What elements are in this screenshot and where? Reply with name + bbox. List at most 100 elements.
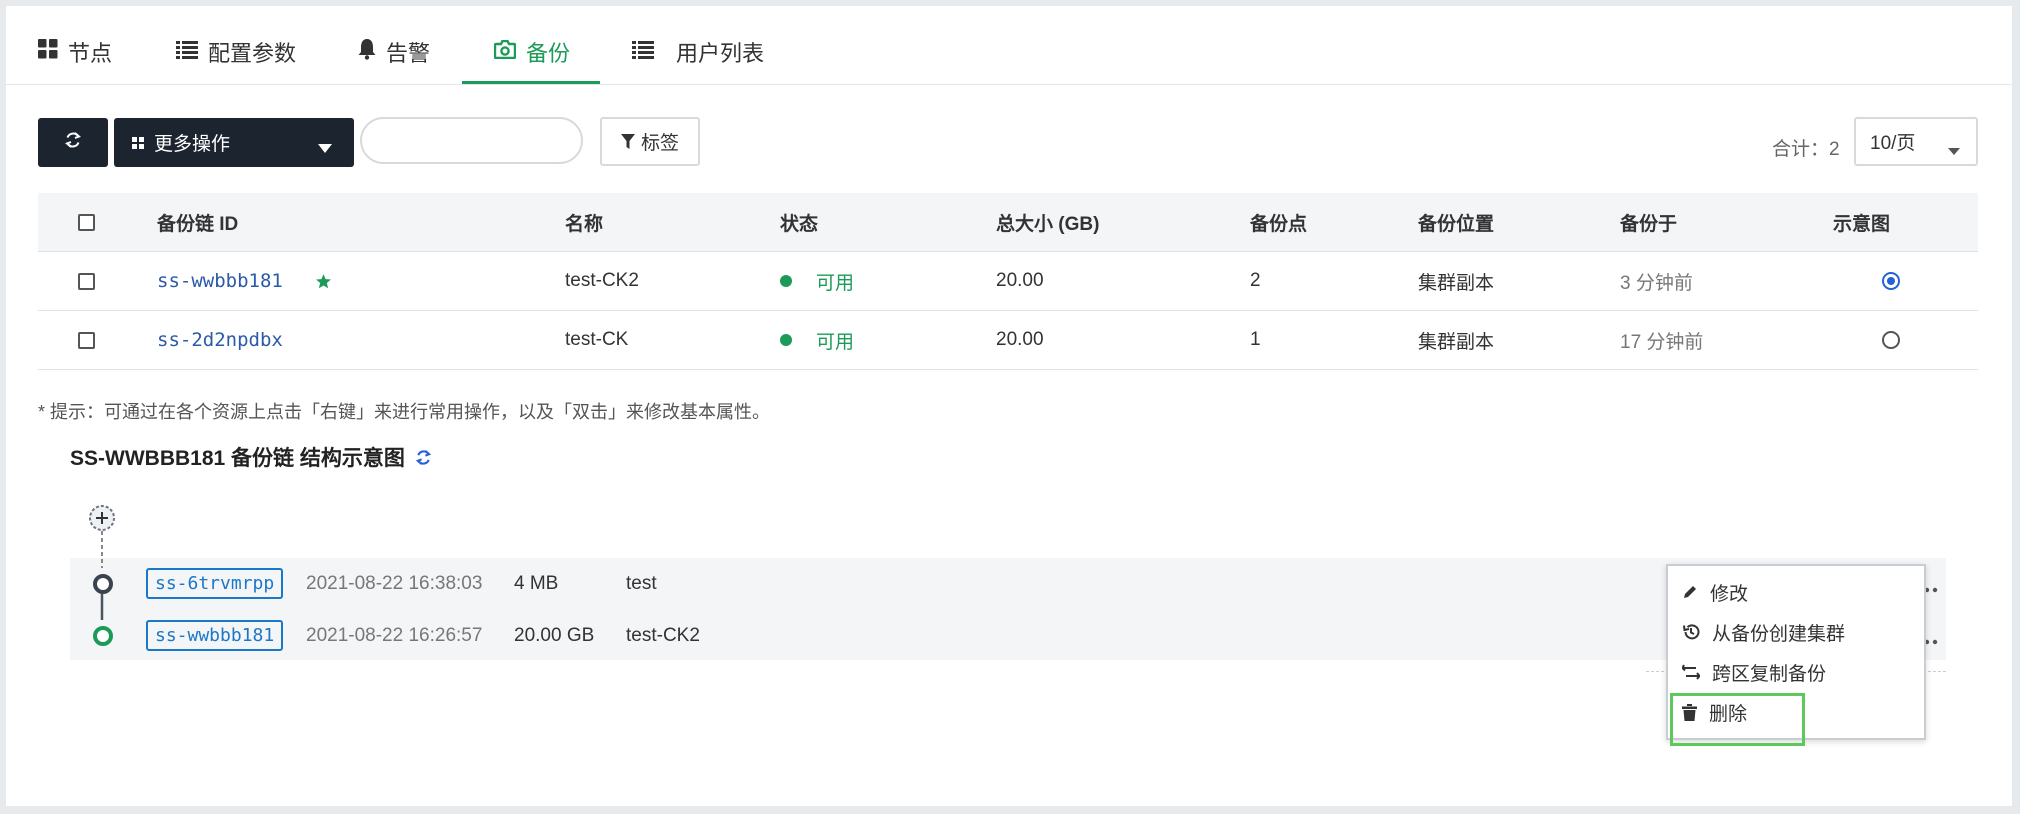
refresh-button[interactable] bbox=[38, 118, 108, 167]
tab-user-list[interactable]: 用户列表 bbox=[632, 32, 764, 72]
diagram-title-text: SS-WWBBB181 备份链 结构示意图 bbox=[70, 447, 405, 470]
tab-label: 配置参数 bbox=[208, 41, 297, 66]
column-header[interactable]: 备份点 bbox=[1250, 193, 1307, 251]
caret-down-icon bbox=[318, 137, 332, 159]
menu-item-edit[interactable]: 修改 bbox=[1682, 576, 1748, 608]
select-all-checkbox[interactable] bbox=[78, 213, 95, 231]
backup-chain-id-cell: ss-2d2npdbx bbox=[157, 311, 283, 369]
backup-chain-id-cell: ss-wwbbb181 bbox=[157, 252, 332, 310]
column-header[interactable]: 名称 bbox=[565, 193, 603, 251]
backup-node-tag[interactable]: ss-wwbbb181 bbox=[146, 620, 284, 651]
backup-points-cell: 1 bbox=[1250, 329, 1261, 350]
backup-node-size: 4 MB bbox=[514, 573, 559, 594]
column-header[interactable]: 备份位置 bbox=[1418, 193, 1494, 251]
more-options-icon[interactable] bbox=[1924, 632, 1938, 645]
menu-item-label: 从备份创建集群 bbox=[1712, 623, 1846, 645]
tab-bar: 节点 配置参数 告警 备份 用户列表 bbox=[6, 6, 2012, 85]
tab-backup[interactable]: 备份 bbox=[493, 32, 571, 72]
menu-item-label: 修改 bbox=[1710, 583, 1749, 605]
backup-node-time: 2021-08-22 16:26:57 bbox=[306, 625, 483, 646]
menu-item-create-cluster-from-backup[interactable]: 从备份创建集群 bbox=[1682, 616, 1845, 648]
table-header: 备份链 ID 名称 状态 总大小 (GB) 备份点 备份位置 备份于 示意图 bbox=[38, 193, 1978, 252]
backup-chain-id-link[interactable]: ss-wwbbb181 bbox=[157, 270, 283, 292]
status-cell: 可用 bbox=[780, 252, 854, 310]
more-actions-dropdown[interactable]: 更多操作 bbox=[114, 118, 354, 167]
status-text: 可用 bbox=[816, 331, 855, 353]
column-header[interactable]: 状态 bbox=[780, 193, 818, 251]
backup-panel: 节点 配置参数 告警 备份 用户列表 更多操作 标签 合计：2 10/页 备份链… bbox=[6, 6, 2012, 806]
column-header[interactable]: 备份于 bbox=[1620, 193, 1677, 251]
grid-icon bbox=[132, 136, 144, 149]
diagram-radio[interactable] bbox=[1882, 272, 1900, 290]
tab-label: 节点 bbox=[68, 41, 113, 66]
backup-node-size: 20.00 GB bbox=[514, 625, 595, 646]
name-cell: test-CK bbox=[565, 329, 629, 350]
header-checkbox-cell bbox=[78, 193, 95, 251]
add-node-icon[interactable] bbox=[88, 504, 116, 532]
table-row[interactable]: ss-wwbbb181 test-CK2 可用 20.00 2 集群副本 3 分… bbox=[38, 252, 1978, 311]
backup-node-tag[interactable]: ss-6trvmrpp bbox=[146, 568, 284, 599]
more-options-icon[interactable] bbox=[1924, 580, 1938, 593]
incremental-node-icon bbox=[92, 573, 114, 595]
grid-icon bbox=[38, 39, 58, 65]
row-checkbox[interactable] bbox=[78, 331, 95, 349]
table-row[interactable]: ss-2d2npdbx test-CK 可用 20.00 1 集群副本 17 分… bbox=[38, 311, 1978, 370]
filter-icon bbox=[620, 133, 635, 150]
name-cell: test-CK2 bbox=[565, 270, 639, 291]
backup-time-cell: 17 分钟前 bbox=[1620, 331, 1704, 353]
active-tab-indicator bbox=[462, 81, 600, 84]
diagram-title: SS-WWBBB181 备份链 结构示意图 bbox=[70, 442, 432, 472]
total-count: 合计：2 bbox=[1772, 139, 1840, 160]
tab-nodes[interactable]: 节点 bbox=[38, 32, 112, 72]
pencil-icon bbox=[1682, 584, 1698, 600]
list-icon bbox=[176, 39, 198, 65]
size-cell: 20.00 bbox=[996, 270, 1044, 291]
row-checkbox[interactable] bbox=[78, 272, 95, 290]
selection-highlight bbox=[1670, 693, 1805, 746]
page-size-select[interactable]: 10/页 bbox=[1854, 117, 1978, 166]
backup-node-name: test bbox=[626, 573, 657, 594]
status-cell: 可用 bbox=[780, 311, 854, 369]
star-icon bbox=[315, 273, 332, 290]
menu-item-cross-region-copy[interactable]: 跨区复制备份 bbox=[1682, 656, 1826, 688]
usage-hint: * 提示：可通过在各个资源上点击「右键」来进行常用操作，以及「双击」来修改基本属… bbox=[38, 402, 771, 422]
column-header[interactable]: 总大小 (GB) bbox=[996, 193, 1099, 251]
bell-icon bbox=[358, 38, 376, 66]
search-input[interactable] bbox=[360, 117, 583, 164]
status-dot bbox=[780, 275, 792, 287]
refresh-icon[interactable] bbox=[415, 449, 432, 466]
tab-alerts[interactable]: 告警 bbox=[358, 32, 430, 72]
menu-item-label: 跨区复制备份 bbox=[1712, 663, 1827, 685]
tab-label: 告警 bbox=[386, 41, 431, 66]
backup-points-cell: 2 bbox=[1250, 270, 1261, 291]
column-header[interactable]: 备份链 ID bbox=[157, 193, 238, 251]
tag-filter-button[interactable]: 标签 bbox=[600, 117, 700, 166]
more-actions-label: 更多操作 bbox=[154, 134, 231, 155]
list-icon bbox=[632, 39, 654, 65]
backup-node-name: test-CK2 bbox=[626, 625, 700, 646]
row-checkbox-cell bbox=[78, 311, 95, 369]
tag-label: 标签 bbox=[640, 133, 679, 154]
history-icon bbox=[1682, 623, 1700, 641]
refresh-icon bbox=[64, 131, 82, 154]
size-cell: 20.00 bbox=[996, 329, 1044, 350]
transfer-icon bbox=[1682, 664, 1700, 680]
tab-config-params[interactable]: 配置参数 bbox=[176, 32, 296, 72]
backup-location-cell: 集群副本 bbox=[1418, 331, 1495, 353]
row-checkbox-cell bbox=[78, 252, 95, 310]
diagram-radio-cell bbox=[1882, 252, 1900, 310]
column-header: 示意图 bbox=[1833, 213, 1891, 235]
status-text: 可用 bbox=[816, 272, 855, 294]
full-node-icon bbox=[92, 625, 114, 647]
backup-chain-id-link[interactable]: ss-2d2npdbx bbox=[157, 329, 283, 351]
backup-location-cell: 集群副本 bbox=[1418, 272, 1495, 294]
backup-time-cell: 3 分钟前 bbox=[1620, 272, 1693, 294]
status-dot bbox=[780, 334, 792, 346]
diagram-radio-cell bbox=[1882, 311, 1900, 369]
camera-icon bbox=[493, 39, 517, 65]
tab-label: 备份 bbox=[526, 41, 571, 66]
tab-label: 用户列表 bbox=[676, 41, 765, 66]
diagram-radio[interactable] bbox=[1882, 331, 1900, 349]
backup-node-time: 2021-08-22 16:38:03 bbox=[306, 573, 483, 594]
caret-down-icon bbox=[1948, 139, 1960, 161]
